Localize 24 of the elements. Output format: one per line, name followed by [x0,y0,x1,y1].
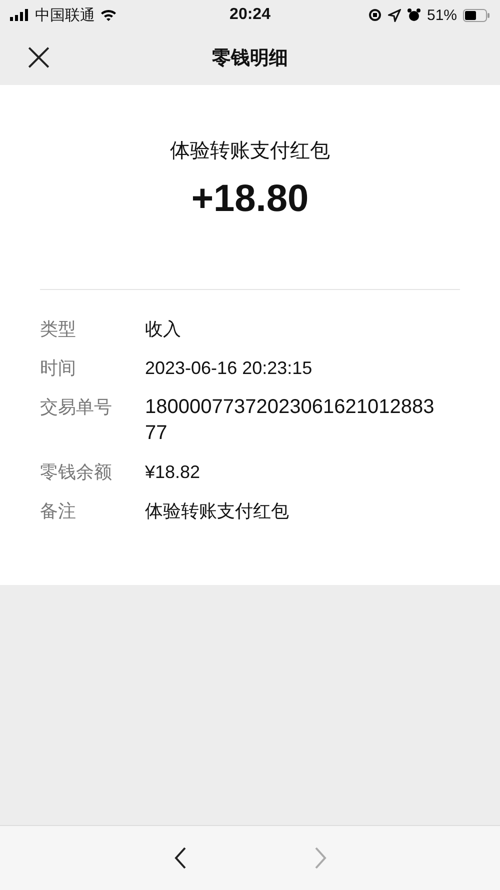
detail-label: 时间 [40,357,77,380]
wifi-icon [100,9,117,21]
detail-value: 收入 [145,318,182,341]
battery-percent: 51% [426,6,458,24]
page-title: 零钱明细 [212,46,288,70]
lock-rotation-icon [368,8,382,22]
detail-value: 2023-06-16 20:23:15 [145,357,314,380]
detail-label: 备注 [40,500,77,523]
detail-label: 交易单号 [40,396,113,419]
close-button[interactable]: × [18,38,60,76]
carrier-name: 中国联通 [35,6,95,24]
detail-value: 体验转账支付红包 [145,500,290,523]
chevron-left-icon [172,846,188,870]
detail-label: 零钱余额 [40,461,113,484]
amount-text: +18.80 [191,178,309,221]
battery-icon [463,8,490,22]
detail-label: 类型 [40,318,77,341]
location-icon [388,8,401,22]
chevron-right-icon [312,846,328,870]
signal-icon [10,9,30,21]
detail-value: 1800007737202306162101288377 [145,395,436,446]
detail-value: ¥18.82 [145,461,202,484]
clock-time: 20:24 [230,6,270,24]
transaction-title: 体验转账支付红包 [170,139,330,164]
